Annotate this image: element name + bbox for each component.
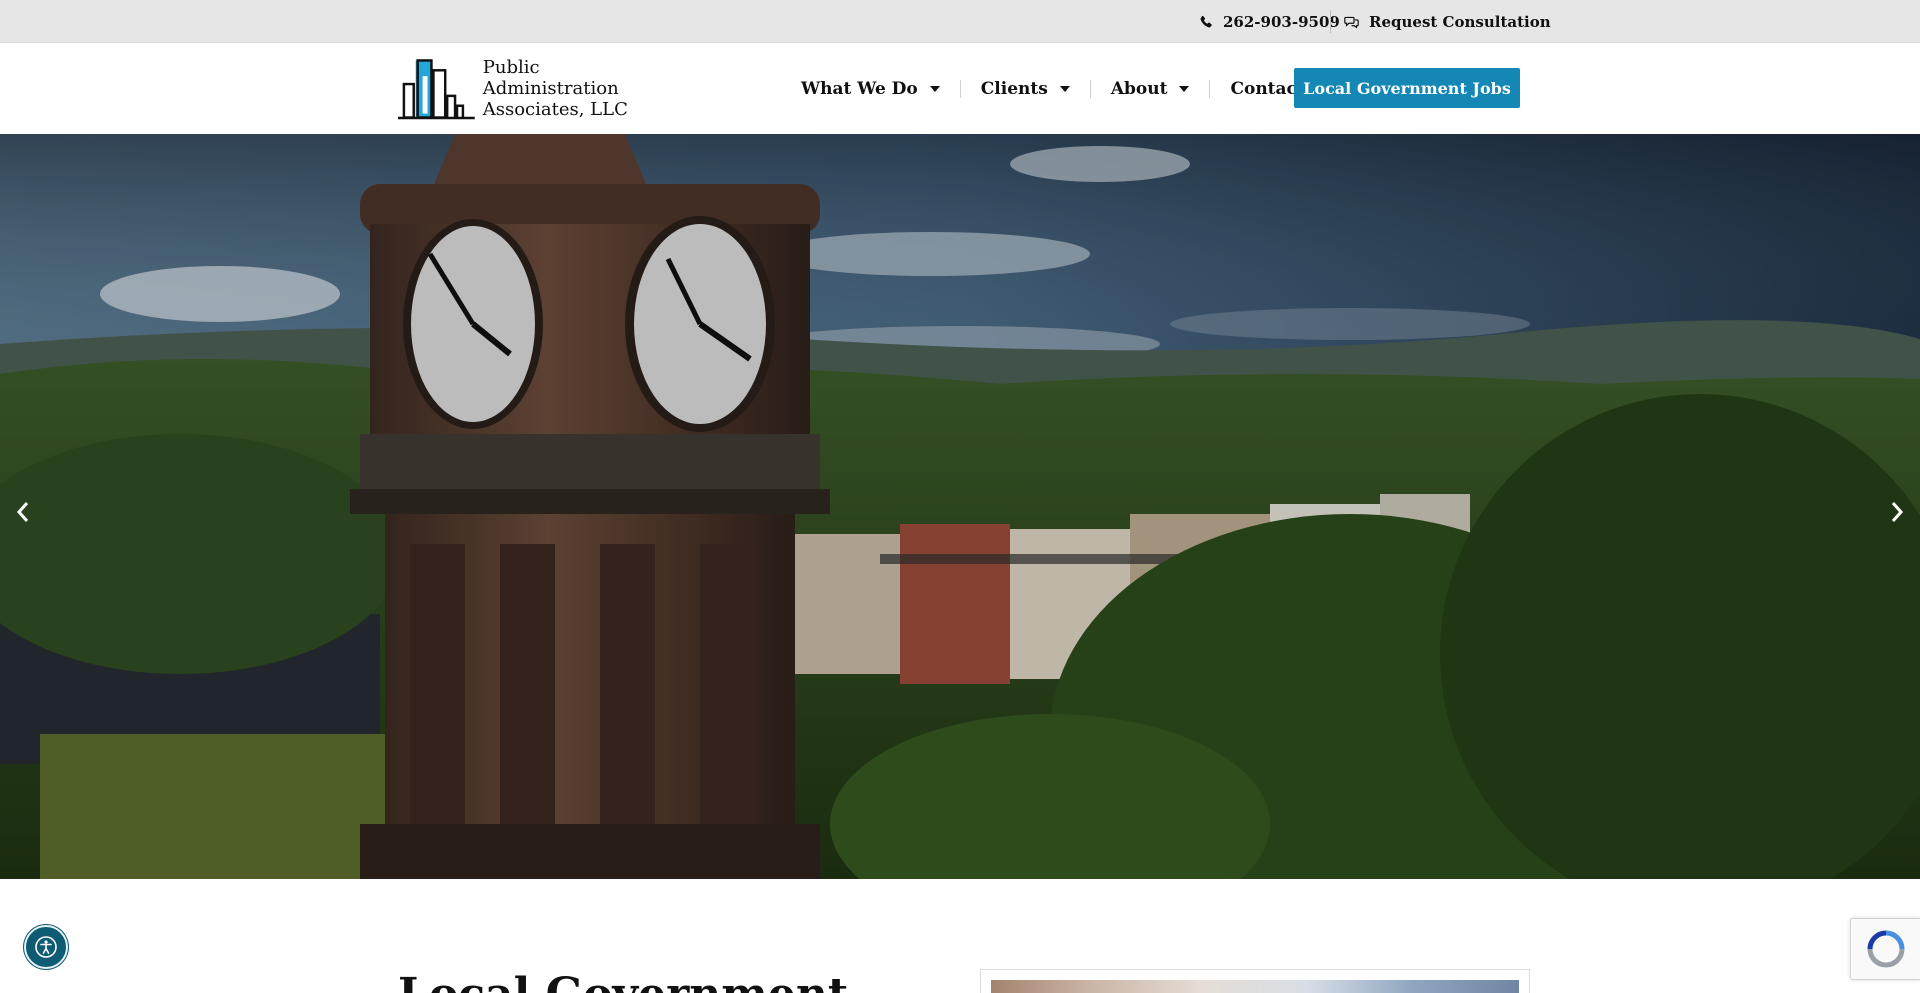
chevron-left-icon — [16, 502, 29, 522]
intro-photo — [991, 980, 1519, 993]
site-logo[interactable]: Public Administration Associates, LLC — [398, 56, 678, 120]
recaptcha-icon — [1867, 930, 1904, 968]
logo-text: Public Administration Associates, LLC — [483, 57, 678, 120]
request-consultation-label: Request Consultation — [1369, 12, 1551, 31]
nav-what-we-do[interactable]: What We Do — [801, 43, 940, 134]
hero-overlay — [0, 134, 1920, 879]
accessibility-button[interactable] — [24, 925, 68, 969]
phone-link[interactable]: 262-903-9509 — [1199, 0, 1340, 43]
nav-divider — [1089, 79, 1091, 98]
request-consultation-link[interactable]: Request Consultation — [1344, 0, 1551, 43]
slider-next-button[interactable] — [1882, 492, 1912, 532]
logo-line-2: Associates, LLC — [482, 98, 628, 120]
nav-divider — [959, 79, 961, 98]
nav-divider — [1209, 79, 1211, 98]
chevron-right-icon — [1891, 502, 1904, 522]
intro-photo-frame — [980, 969, 1530, 993]
section-headline: Local Government — [398, 973, 848, 993]
main-nav: What We Do Clients About Contact — [801, 43, 1305, 134]
caret-down-icon — [929, 85, 940, 92]
accessibility-icon — [35, 936, 57, 958]
slider-prev-button[interactable] — [8, 492, 38, 532]
caret-down-icon — [1059, 85, 1070, 92]
chat-icon — [1344, 16, 1359, 29]
site-header: Public Administration Associates, LLC Wh… — [0, 43, 1920, 134]
topbar-divider — [1330, 10, 1331, 33]
recaptcha-badge[interactable] — [1850, 918, 1920, 980]
nav-about-label: About — [1110, 78, 1168, 99]
buildings-logo-icon — [398, 59, 475, 120]
hero-slider — [0, 134, 1920, 879]
caret-down-icon — [1179, 85, 1190, 92]
nav-clients-label: Clients — [980, 78, 1048, 99]
logo-line-1: Public Administration — [482, 56, 619, 99]
nav-clients[interactable]: Clients — [981, 43, 1070, 134]
phone-icon — [1200, 15, 1212, 27]
local-government-jobs-button[interactable]: Local Government Jobs — [1294, 68, 1520, 108]
nav-what-we-do-label: What We Do — [801, 78, 918, 99]
nav-about[interactable]: About — [1111, 43, 1190, 134]
intro-section: Local Government — [0, 879, 1920, 993]
phone-number: 262-903-9509 — [1223, 12, 1340, 31]
top-bar: 262-903-9509 Request Consultation — [0, 0, 1920, 43]
